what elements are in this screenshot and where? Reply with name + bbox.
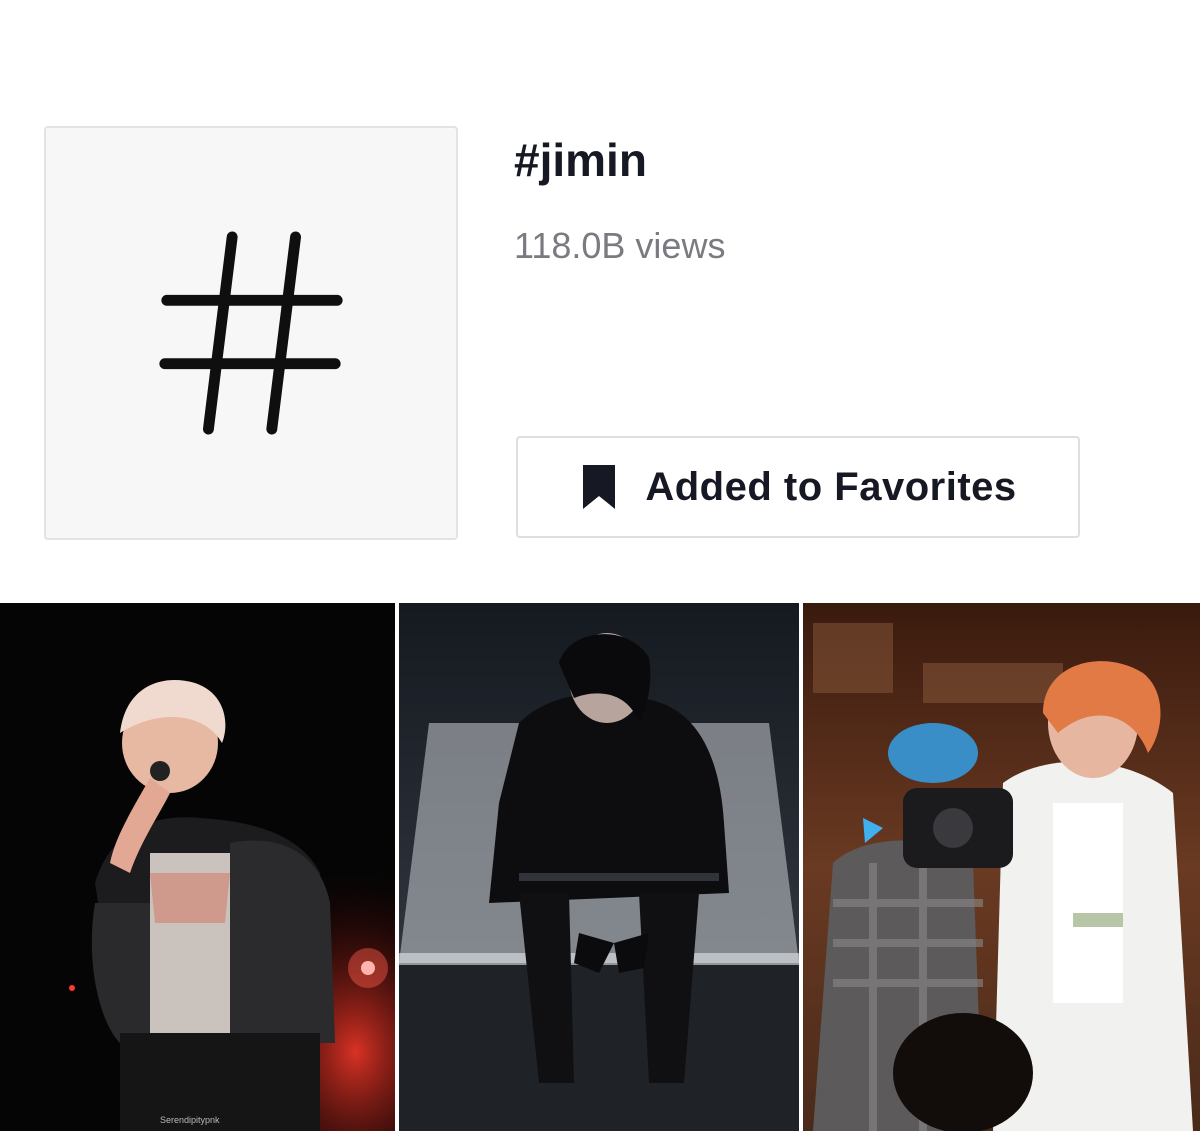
favorites-label: Added to Favorites bbox=[645, 464, 1017, 509]
hashtag-view-count: 118.0B views bbox=[514, 225, 726, 266]
hashtag-title: #jimin bbox=[514, 134, 647, 186]
hashtag-icon bbox=[159, 231, 343, 435]
favorites-button[interactable]: Added to Favorites bbox=[516, 436, 1080, 538]
hashtag-cover bbox=[44, 126, 458, 540]
hashtag-page: #jimin 118.0B views Added to Favorites S… bbox=[0, 0, 1200, 1131]
video-thumbnail-3[interactable] bbox=[803, 603, 1200, 1131]
video-thumbnail-image bbox=[0, 603, 395, 1131]
video-watermark: Serendipitypnk bbox=[160, 1115, 220, 1125]
video-thumbnail-1[interactable]: Serendipitypnk bbox=[0, 603, 395, 1131]
video-grid: Serendipitypnk bbox=[0, 603, 1200, 1131]
video-thumbnail-image bbox=[399, 603, 799, 1131]
video-thumbnail-2[interactable] bbox=[399, 603, 799, 1131]
video-thumbnail-image bbox=[803, 603, 1200, 1131]
bookmark-icon bbox=[583, 465, 616, 509]
